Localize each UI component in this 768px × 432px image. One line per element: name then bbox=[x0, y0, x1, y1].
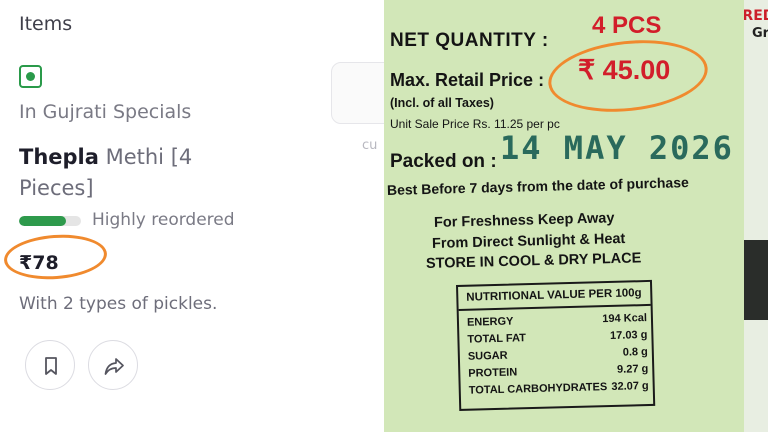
packed-on-date: 14 MAY 2026 bbox=[500, 129, 734, 167]
section-title: Items bbox=[19, 13, 73, 35]
freshness-line-3: STORE IN COOL & DRY PLACE bbox=[425, 250, 642, 272]
nutrient-value: 32.07 g bbox=[611, 379, 649, 393]
price-label-sticker: NET QUANTITY : 4 PCS Max. Retail Price :… bbox=[384, 0, 744, 432]
bookmark-icon bbox=[45, 357, 57, 375]
ingredients-fragment: Gr bbox=[752, 26, 768, 41]
net-quantity-value: 4 PCS bbox=[592, 12, 662, 39]
bookmark-button[interactable] bbox=[25, 340, 75, 390]
item-name-bold: Thepla bbox=[19, 145, 99, 169]
best-before-text: Best Before 7 days from the date of purc… bbox=[386, 174, 689, 198]
nutrient-name: TOTAL FAT bbox=[467, 332, 527, 346]
nutrient-name: SUGAR bbox=[467, 349, 508, 363]
freshness-line-2: From Direct Sunlight & Heat bbox=[431, 230, 626, 252]
nutrient-name: TOTAL CARBOHYDRATES bbox=[468, 381, 608, 397]
add-button-card[interactable] bbox=[331, 62, 384, 124]
app-panel: Items In Gujrati Specials Thepla Methi [… bbox=[0, 0, 384, 432]
nutrient-value: 194 Kcal bbox=[602, 312, 648, 326]
net-quantity-label: NET QUANTITY : bbox=[390, 30, 549, 51]
item-name[interactable]: Thepla Methi [4 Pieces] bbox=[19, 142, 249, 204]
share-button[interactable] bbox=[88, 340, 138, 390]
product-label-photo: INGRED Gr NET QUANTITY : 4 PCS Max. Reta… bbox=[384, 0, 768, 432]
customisable-text: cu bbox=[362, 138, 378, 153]
item-category: In Gujrati Specials bbox=[19, 101, 192, 123]
mrp-label: Max. Retail Price : bbox=[390, 70, 545, 90]
price-highlight-ellipse bbox=[2, 231, 109, 283]
reorder-bar-fill bbox=[19, 216, 66, 226]
nutrient-name: PROTEIN bbox=[468, 366, 518, 380]
mrp-highlight-ellipse bbox=[544, 32, 712, 120]
veg-icon bbox=[19, 65, 42, 88]
nutrient-value: 0.8 g bbox=[622, 346, 648, 359]
incl-taxes-note: (Incl. of all Taxes) bbox=[390, 96, 494, 110]
nutrition-row: TOTAL CARBOHYDRATES 32.07 g bbox=[469, 380, 649, 402]
packed-on-label: Packed on : bbox=[390, 151, 497, 172]
nutrient-value: 9.27 g bbox=[616, 362, 649, 376]
reorder-bar bbox=[19, 216, 81, 226]
reorder-text: Highly reordered bbox=[92, 210, 235, 230]
freshness-line-1: For Freshness Keep Away bbox=[433, 210, 615, 231]
nutrient-name: ENERGY bbox=[466, 315, 514, 329]
item-description: With 2 types of pickles. bbox=[19, 294, 218, 314]
nutrition-heading: NUTRITIONAL VALUE PER 100g bbox=[458, 281, 651, 311]
nutrient-value: 17.03 g bbox=[609, 329, 648, 342]
nutrition-table: NUTRITIONAL VALUE PER 100g ENERGY 194 Kc… bbox=[456, 279, 656, 411]
share-icon bbox=[104, 358, 124, 375]
